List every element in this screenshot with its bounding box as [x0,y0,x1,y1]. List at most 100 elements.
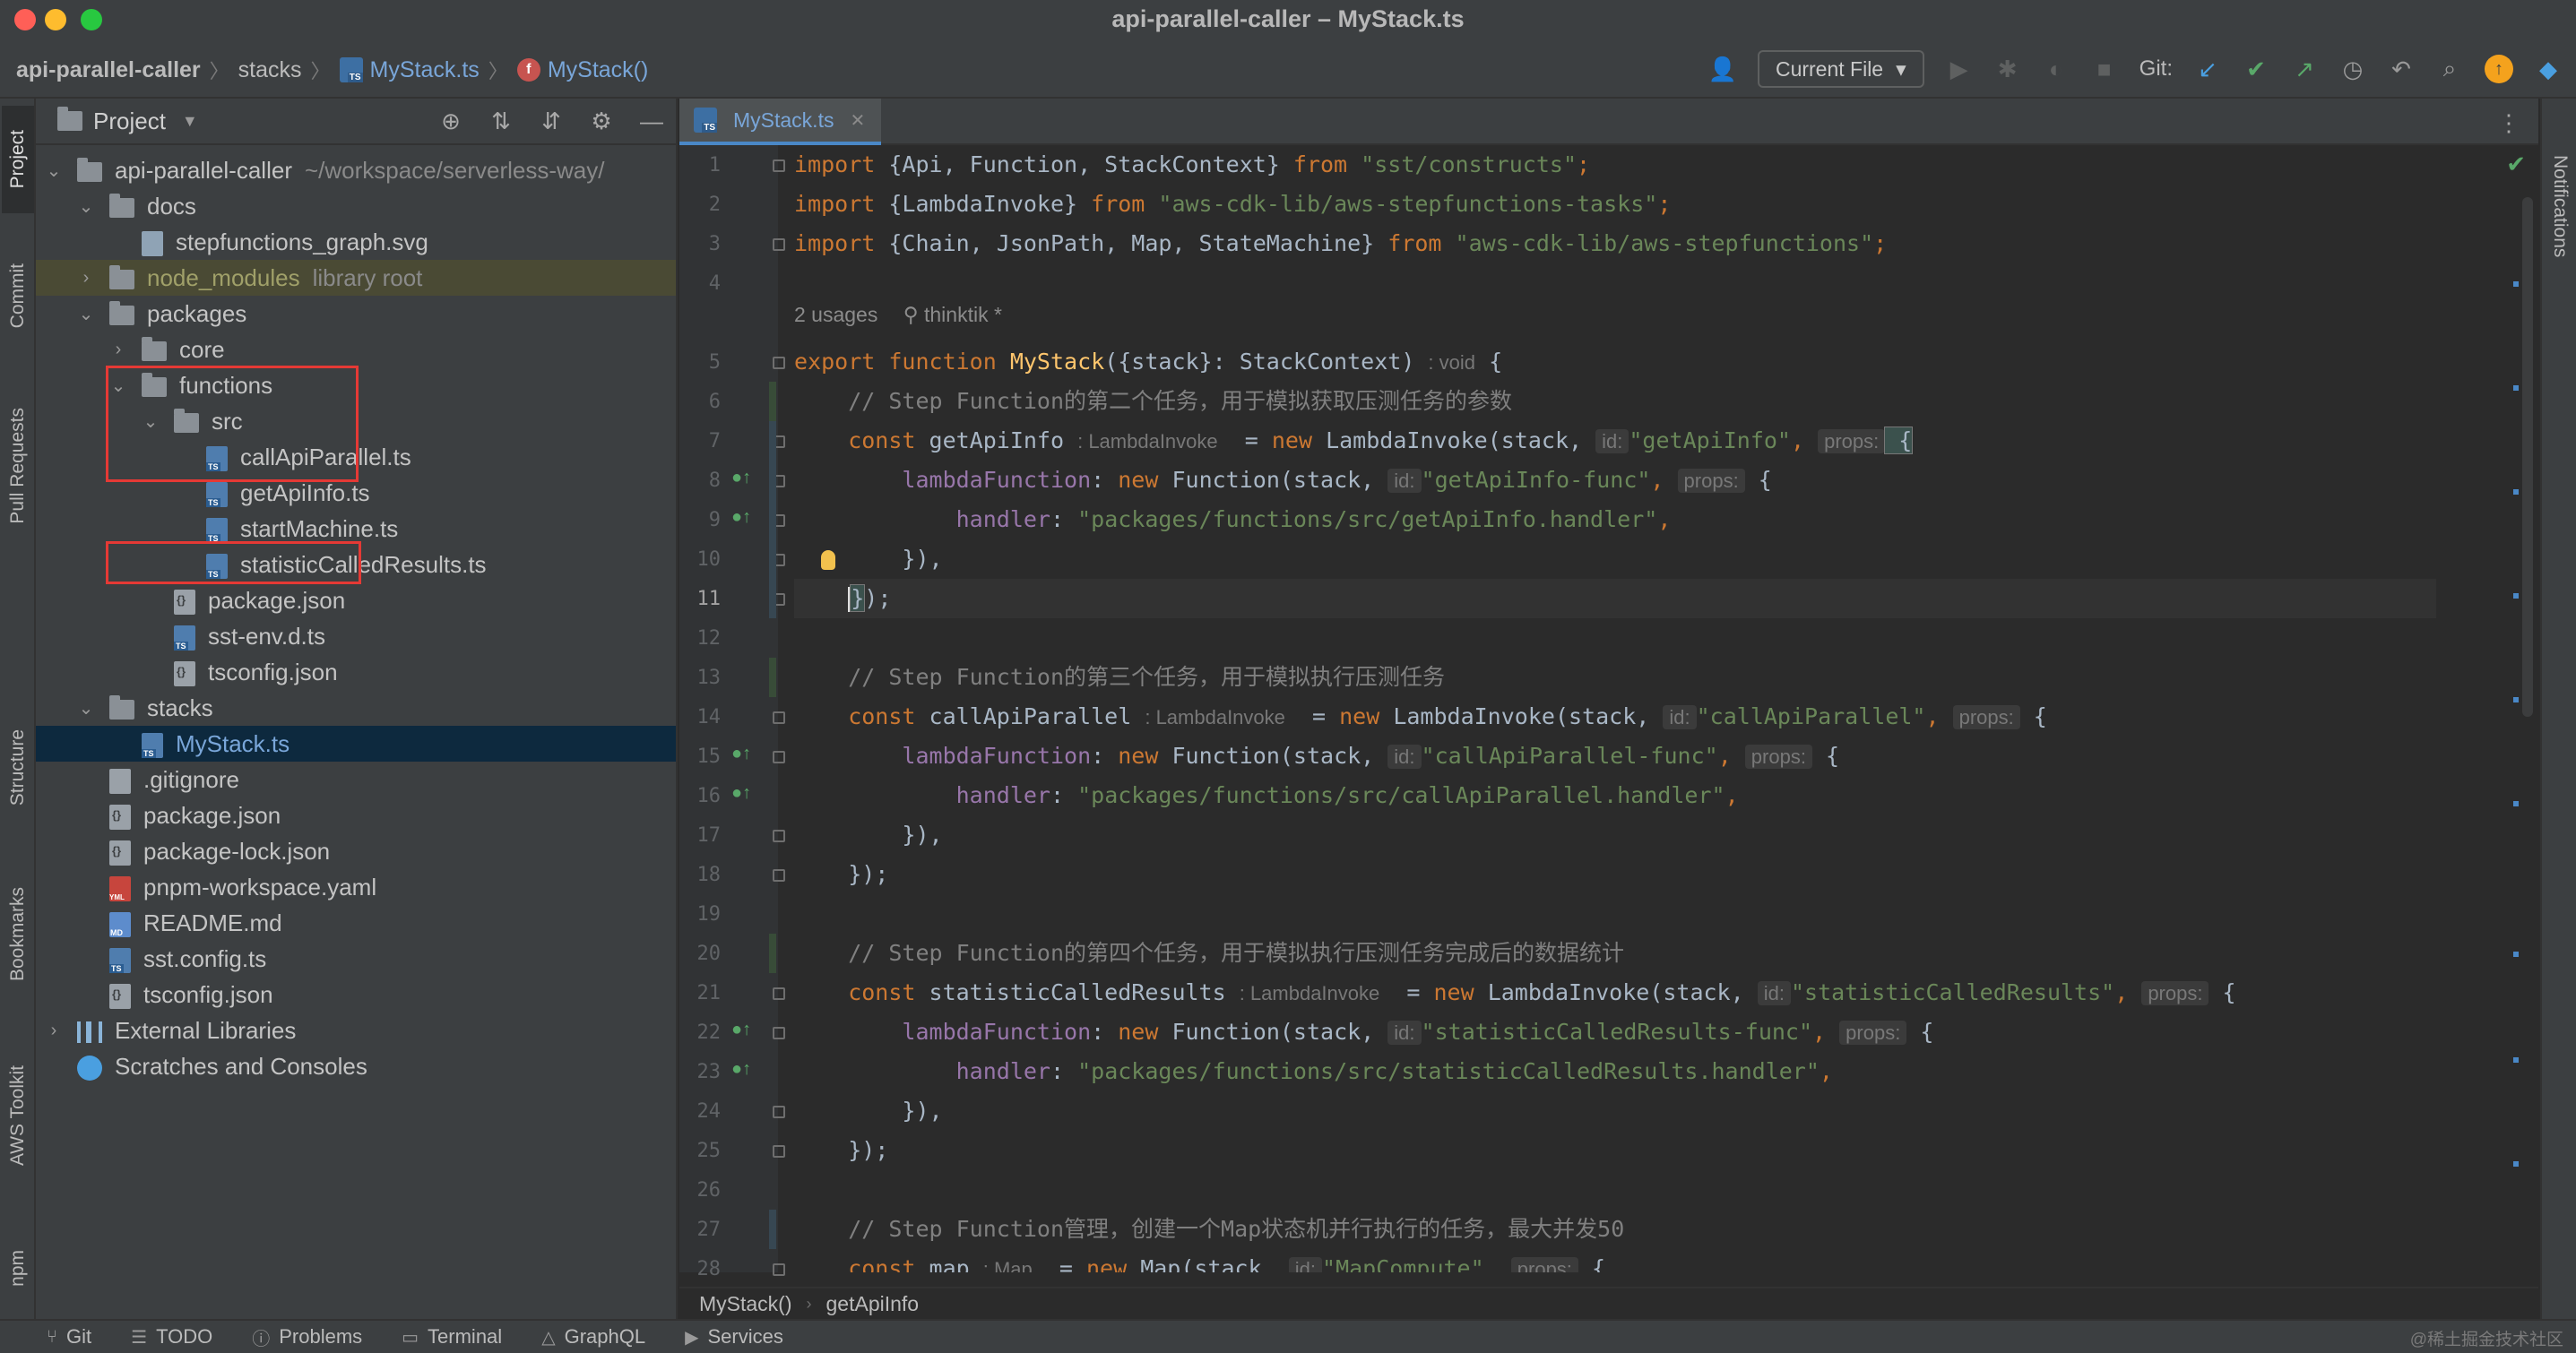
line-number[interactable]: 22 [679,1021,722,1044]
line-number[interactable]: 6 [679,391,721,413]
vcs-push-icon[interactable]: ↗ [2291,56,2318,82]
line-number[interactable]: 27 [679,1219,722,1241]
hide-panel-icon[interactable]: — [638,108,665,134]
tree-item[interactable]: statisticCalledResults.ts [36,547,676,582]
line-number[interactable]: 2 [679,194,721,216]
tree-item[interactable]: package.json [36,797,676,833]
breadcrumb-folder[interactable]: stacks [238,57,302,83]
tool-tab-project[interactable]: Project [2,106,34,213]
fold-marker-icon[interactable] [773,1106,785,1118]
line-number[interactable]: 13 [679,667,722,689]
line-number[interactable]: 21 [679,982,722,1004]
line-number[interactable]: 16 [679,785,722,807]
marker-stripe[interactable] [2513,1057,2519,1063]
project-view-selector[interactable]: Project [93,108,166,135]
expand-all-icon[interactable]: ⇅ [488,108,514,134]
author-hint[interactable]: thinktik * [924,303,1002,326]
chevron-down-icon[interactable]: ⌄ [109,375,127,397]
debug-icon[interactable]: ✱ [1994,56,2021,82]
breadcrumb-symbol[interactable]: MyStack() [548,57,649,83]
tree-item[interactable]: ⌄ packages [36,296,676,332]
breadcrumb-project[interactable]: api-parallel-caller [16,57,201,83]
tool-tab-structure[interactable]: Structure [2,701,34,835]
fold-marker-icon[interactable] [773,830,785,842]
fold-marker-icon[interactable] [773,357,785,369]
vcs-change-marker[interactable] [769,1210,776,1249]
code-view[interactable]: import {Api, Function, StackContext} fro… [794,145,2497,1272]
chevron-right-icon[interactable]: › [45,1021,63,1041]
marker-stripe[interactable] [2513,1161,2519,1167]
tree-item[interactable]: tsconfig.json [36,977,676,1013]
usages-link[interactable]: 2 usages [794,303,877,326]
tree-item[interactable]: ⌄ api-parallel-caller ~/workspace/serverle… [36,152,676,188]
marker-stripe[interactable] [2513,697,2519,702]
tool-tab-aws-toolkit[interactable]: AWS Toolkit [2,1030,34,1201]
coverage-icon[interactable]: ◐ [2043,56,2070,82]
fold-marker-icon[interactable] [773,1027,785,1039]
tool-tab-commit[interactable]: Commit [2,233,34,358]
fold-marker-icon[interactable] [773,869,785,882]
updates-icon[interactable]: ↑ [2485,55,2513,83]
implements-gutter-icon[interactable]: ●↑ [731,468,751,488]
fold-marker-icon[interactable] [773,1263,785,1276]
search-icon[interactable]: ⌕ [2436,55,2463,82]
collapse-all-icon[interactable]: ⇵ [538,108,565,134]
gear-icon[interactable]: ⚙ [588,108,615,134]
editor-scrollbar[interactable] [2522,197,2533,717]
line-number[interactable]: 25 [679,1140,722,1162]
tool-tab-npm[interactable]: npm [2,1228,34,1308]
close-icon[interactable]: ✕ [850,109,865,132]
line-number[interactable]: 28 [679,1258,722,1280]
implements-gutter-icon[interactable]: ●↑ [731,1020,751,1040]
tree-item[interactable]: › External Libraries [36,1013,676,1048]
line-number[interactable]: 1 [679,154,721,177]
implements-gutter-icon[interactable]: ●↑ [731,507,751,528]
line-number[interactable]: 7 [679,430,721,452]
vcs-update-icon[interactable]: ↙ [2194,56,2221,82]
editor-breadcrumb-symbol[interactable]: getApiInfo [826,1292,920,1316]
tree-item[interactable]: sst.config.ts [36,941,676,977]
vcs-change-marker[interactable] [769,934,776,973]
chevron-right-icon[interactable]: › [109,340,127,360]
line-number[interactable]: 14 [679,706,722,728]
line-number[interactable]: 18 [679,864,722,886]
line-number[interactable]: 20 [679,943,722,965]
marker-stripe[interactable] [2513,489,2519,495]
tree-item[interactable]: pnpm-workspace.yaml [36,869,676,905]
locate-file-icon[interactable]: ⊕ [437,108,464,134]
chevron-down-icon[interactable]: ⌄ [77,303,95,325]
line-number[interactable]: 19 [679,903,722,926]
marker-stripe[interactable] [2513,801,2519,806]
chevron-down-icon[interactable]: ⌄ [77,697,95,720]
rollback-icon[interactable]: ↶ [2388,56,2415,82]
tool-tab-git[interactable]: ⑂ Git [47,1325,91,1349]
fold-marker-icon[interactable] [773,987,785,1000]
more-icon[interactable]: ⋮ [2497,109,2520,137]
implements-gutter-icon[interactable]: ●↑ [731,783,751,804]
stop-icon[interactable]: ■ [2091,56,2118,82]
tool-tab-pull-requests[interactable]: Pull Requests [2,376,34,556]
tree-item[interactable]: .gitignore [36,762,676,797]
tree-item[interactable]: ⌄ functions [36,367,676,403]
tree-item[interactable]: › core [36,332,676,367]
vcs-commit-icon[interactable]: ✔ [2243,56,2269,82]
tree-item[interactable]: package-lock.json [36,833,676,869]
tab-mystack[interactable]: MyStack.ts ✕ [679,99,882,145]
tree-item[interactable]: ⌄ docs [36,188,676,224]
tree-item[interactable]: startMachine.ts [36,511,676,547]
fold-marker-icon[interactable] [773,711,785,724]
line-number[interactable]: 26 [679,1179,722,1202]
vcs-change-marker[interactable] [769,382,776,421]
toolbox-icon[interactable]: ◆ [2535,56,2562,82]
line-number[interactable]: 17 [679,824,722,847]
tree-item[interactable]: package.json [36,582,676,618]
line-number[interactable]: 10 [679,548,722,571]
tree-item[interactable]: Scratches and Consoles [36,1048,676,1084]
line-number[interactable]: 5 [679,351,721,374]
tool-tab-terminal[interactable]: ▭ Terminal [402,1325,502,1349]
run-icon[interactable]: ▶ [1946,56,1973,82]
fold-marker-icon[interactable] [773,751,785,763]
tree-item[interactable]: getApiInfo.ts [36,475,676,511]
tree-item[interactable]: MyStack.ts [36,726,676,762]
vcs-change-marker[interactable] [769,421,776,618]
